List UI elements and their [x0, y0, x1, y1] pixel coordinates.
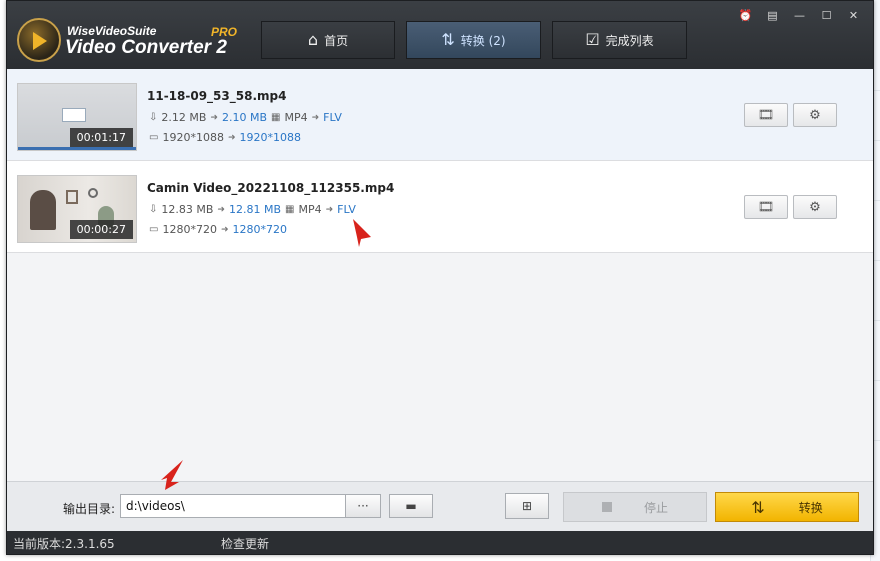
browse-button[interactable]: ··· [345, 494, 381, 518]
file-size-icon: ⇩ [149, 204, 158, 215]
file-name: 11-18-09_53_58.mp4 [147, 89, 287, 103]
arrow-right-icon: ➜ [220, 224, 229, 235]
convert-button[interactable]: ⇅ 转换 [715, 492, 859, 522]
film-icon: ▦ [285, 204, 295, 215]
edit-video-button[interactable]: 🎞 [744, 195, 788, 219]
checklist-icon: ☑ [585, 30, 600, 49]
annotation-arrow-icon [161, 460, 183, 490]
tab-home-label: 首页 [324, 33, 349, 48]
resolution-row: ▭ 1280*720 ➜ 1280*720 [149, 223, 287, 236]
suite-name: WiseVideoSuite [67, 24, 157, 38]
resolution-output[interactable]: 1280*720 [233, 223, 288, 236]
convert-icon: ⇅ [751, 497, 765, 517]
tab-convert-label: 转换 (2) [460, 33, 506, 48]
resolution-row: ▭ 1920*1088 ➜ 1920*1088 [149, 131, 301, 144]
file-list: 00:01:17 11-18-09_53_58.mp4 ⇩ 2.12 MB ➜ … [7, 69, 873, 481]
edit-video-button[interactable]: 🎞 [744, 103, 788, 127]
size-source: 12.83 MB [161, 203, 214, 216]
tab-convert[interactable]: ⇅ 转换 (2) [406, 21, 541, 59]
bottom-toolbar: 输出目录: ··· ▬ ⊞ 停止 ⇅ 转换 [7, 460, 873, 531]
settings-button[interactable]: ⚙ [793, 195, 837, 219]
video-thumbnail: 00:00:27 [17, 175, 137, 243]
stop-icon [601, 502, 612, 512]
close-icon[interactable]: ✕ [840, 5, 867, 25]
output-dir-label: 输出目录: [63, 502, 116, 516]
monitor-icon: ▭ [149, 224, 159, 235]
product-name: Video Converter 2 [65, 37, 227, 58]
file-name: Camin Video_20221108_112355.mp4 [147, 181, 395, 195]
list-item[interactable]: 00:00:27 Camin Video_20221108_112355.mp4… [7, 161, 873, 253]
tab-home[interactable]: ⌂ 首页 [261, 21, 395, 59]
tab-done-label: 完成列表 [605, 33, 654, 48]
size-source: 2.12 MB [161, 111, 207, 124]
gear-icon: ⚙ [809, 107, 821, 123]
settings-button[interactable]: ⚙ [793, 103, 837, 127]
size-format-row: ⇩ 12.83 MB ➜ 12.81 MB ▦ MP4 ➜ FLV [149, 203, 356, 216]
window-controls: ⏰ ▤ — ☐ ✕ [732, 5, 867, 25]
annotation-arrow-icon [353, 219, 371, 247]
format-source: MP4 [298, 203, 322, 216]
convert-label: 转换 [798, 500, 823, 515]
monitor-icon: ▭ [149, 132, 159, 143]
minimize-icon[interactable]: — [786, 5, 813, 25]
arrow-right-icon: ➜ [210, 112, 218, 123]
file-size-icon: ⇩ [149, 112, 158, 123]
video-thumbnail: 00:01:17 [17, 83, 137, 151]
size-output: 2.10 MB [221, 111, 267, 124]
film-icon: ▦ [271, 112, 281, 123]
convert-icon: ⇅ [441, 30, 455, 49]
status-bar: 当前版本:2.3.1.65 检查更新 [7, 531, 873, 554]
stop-label: 停止 [643, 500, 668, 515]
output-path-input[interactable] [120, 494, 346, 518]
film-add-icon: ⊞ [521, 499, 533, 513]
header: WiseVideoSuite PRO Video Converter 2 ⌂ 首… [7, 1, 873, 69]
duration-label: 00:01:17 [69, 128, 133, 147]
version-text: 当前版本:2.3.1.65 [13, 537, 115, 551]
resolution-output[interactable]: 1920*1088 [240, 131, 302, 144]
open-folder-button[interactable]: ▬ [389, 494, 433, 518]
merge-clips-button[interactable]: ⊞ [505, 493, 549, 519]
folder-icon: ▬ [405, 499, 417, 513]
arrow-right-icon: ➜ [311, 112, 320, 123]
arrow-right-icon: ➜ [217, 204, 225, 215]
resolution-source: 1920*1088 [162, 131, 224, 144]
format-output[interactable]: FLV [337, 203, 356, 216]
arrow-right-icon: ➜ [227, 132, 236, 143]
arrow-right-icon: ➜ [325, 204, 334, 215]
gear-icon: ⚙ [809, 199, 821, 215]
check-update-link[interactable]: 检查更新 [221, 535, 269, 552]
size-output: 12.81 MB [228, 203, 281, 216]
home-icon: ⌂ [307, 30, 319, 49]
app-window: WiseVideoSuite PRO Video Converter 2 ⌂ 首… [6, 0, 874, 555]
alarm-icon[interactable]: ⏰ [732, 5, 759, 25]
size-format-row: ⇩ 2.12 MB ➜ 2.10 MB ▦ MP4 ➜ FLV [149, 111, 342, 124]
clip-edit-icon: 🎞 [757, 199, 775, 215]
stop-button[interactable]: 停止 [563, 492, 707, 522]
format-source: MP4 [284, 111, 308, 124]
tab-done-list[interactable]: ☑ 完成列表 [552, 21, 687, 59]
list-item[interactable]: 00:01:17 11-18-09_53_58.mp4 ⇩ 2.12 MB ➜ … [7, 69, 873, 161]
maximize-icon[interactable]: ☐ [813, 5, 840, 25]
duration-label: 00:00:27 [69, 220, 133, 239]
clip-edit-icon: 🎞 [757, 107, 775, 123]
app-logo-icon [17, 18, 61, 62]
resolution-source: 1280*720 [162, 223, 217, 236]
menu-icon[interactable]: ▤ [759, 5, 786, 25]
format-output[interactable]: FLV [323, 111, 342, 124]
